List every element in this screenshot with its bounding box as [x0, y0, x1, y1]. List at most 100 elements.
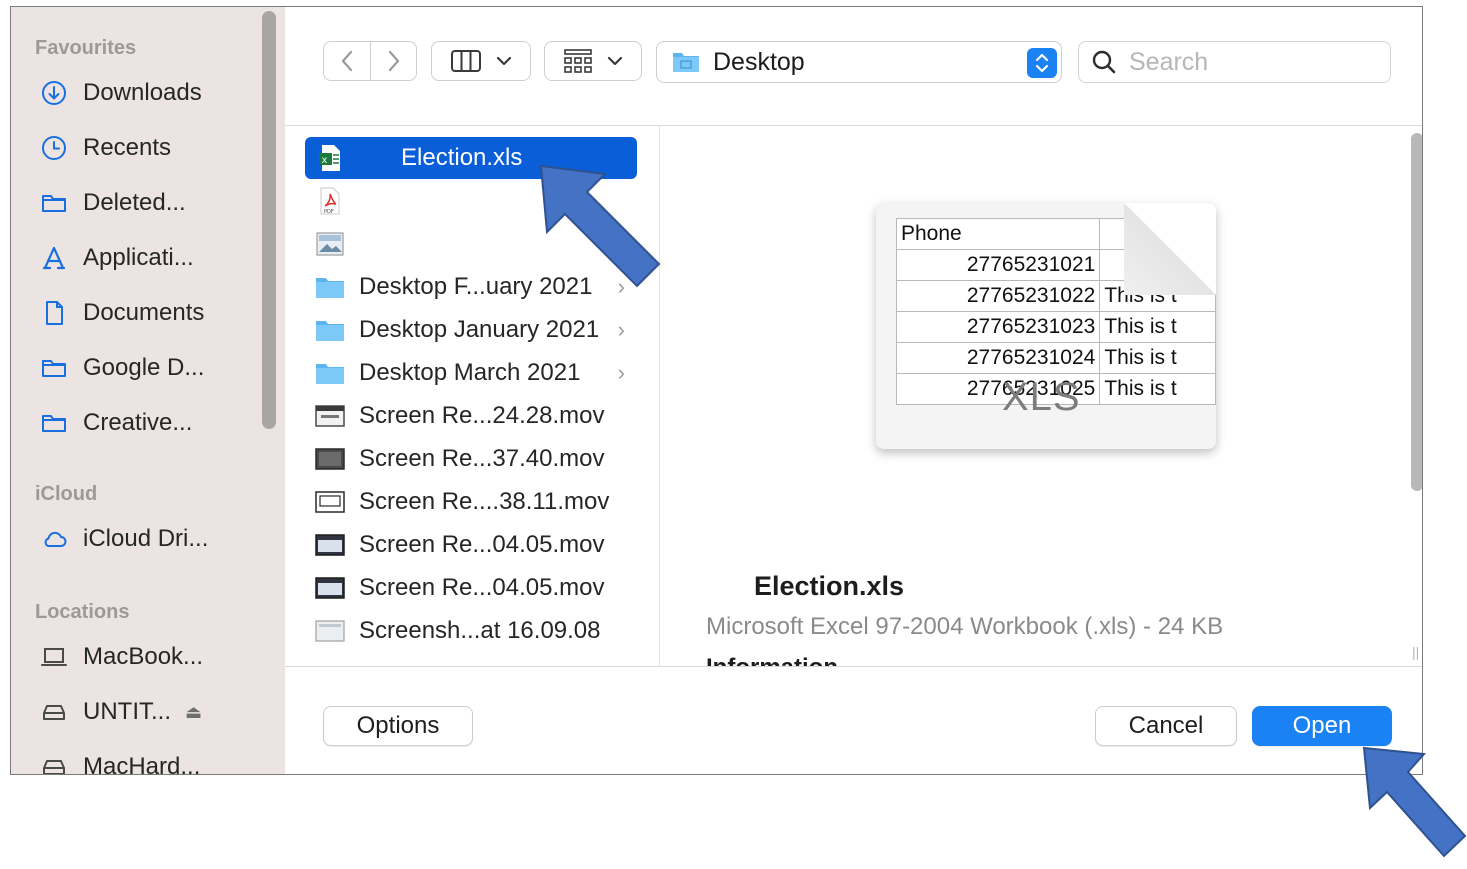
sidebar-item-label: UNTIT... [83, 698, 171, 725]
chevron-right-icon [388, 50, 399, 72]
folder-icon [37, 408, 71, 438]
document-icon [37, 298, 71, 328]
sidebar-heading-favourites: Favourites [35, 37, 137, 59]
sidebar-item-label: Applicati... [83, 244, 194, 271]
location-popup[interactable]: Desktop [656, 41, 1062, 83]
file-row-video[interactable]: Screen Re...37.40.mov [305, 438, 637, 480]
sidebar-scrollbar[interactable] [262, 11, 276, 429]
search-input[interactable] [1127, 46, 1381, 78]
search-field[interactable] [1078, 41, 1391, 83]
sidebar-item-label: Documents [83, 299, 205, 326]
video-file-icon [315, 487, 345, 517]
file-row-screenshot[interactable]: Screensh...at 16.09.08 [305, 610, 637, 652]
folder-icon [37, 353, 71, 383]
sidebar-item-label: Google D... [83, 354, 205, 381]
preview-pane: Phone 27765231021 27765231022 This is t 2… [697, 126, 1409, 666]
download-icon [37, 78, 71, 108]
thumbnail-cell: 27765231023 [895, 311, 1101, 343]
folder-icon [673, 53, 699, 72]
file-row-folder-march[interactable]: Desktop March 2021 › [305, 352, 637, 394]
annotation-arrow-icon [539, 164, 661, 288]
sidebar-item-label: Downloads [83, 79, 202, 106]
chevron-left-icon [341, 50, 353, 72]
sidebar-item-label: MacBook... [83, 643, 204, 670]
column-resize-handle[interactable]: || [1412, 644, 1419, 660]
up-down-chevron-icon [1027, 48, 1057, 78]
chevron-down-icon [496, 56, 512, 66]
thumbnail-cell: This is t [1099, 311, 1216, 343]
file-name: Election.xls [401, 144, 523, 171]
toolbar: Desktop [285, 7, 1422, 126]
cancel-button[interactable]: Cancel [1095, 706, 1237, 746]
chevron-right-icon: › [617, 360, 625, 385]
sidebar-item-label: Recents [83, 134, 172, 161]
file-row-video[interactable]: Screen Re....38.11.mov [305, 481, 637, 523]
preview-file-name: Election.xls [754, 571, 905, 601]
applications-icon [37, 243, 71, 273]
sidebar-item-machard[interactable]: MacHard... [37, 747, 257, 774]
sidebar-item-deleted[interactable]: Deleted... [37, 183, 257, 223]
file-row-video[interactable]: Screen Re...04.05.mov [305, 567, 637, 609]
preview-info-heading: Information [706, 654, 838, 666]
excel-file-icon: x [315, 143, 345, 173]
file-name: Screen Re...04.05.mov [359, 531, 605, 558]
sidebar-item-label: MacHard... [83, 753, 201, 774]
view-mode-button[interactable] [431, 41, 531, 81]
forward-button[interactable] [370, 41, 417, 81]
sidebar-item-label: Creative... [83, 409, 193, 436]
thumbnail-cell: 27765231021 [895, 249, 1101, 281]
image-file-icon [315, 616, 345, 646]
sidebar-item-documents[interactable]: Documents [37, 293, 257, 333]
options-button[interactable]: Options [323, 706, 473, 746]
folder-icon [315, 358, 345, 388]
sidebar-item-recents[interactable]: Recents [37, 128, 257, 168]
sidebar-item-google-drive[interactable]: Google D... [37, 348, 257, 388]
sidebar-item-downloads[interactable]: Downloads [37, 73, 257, 113]
sidebar-item-icloud-drive[interactable]: iCloud Dri... [37, 519, 257, 559]
file-row-video[interactable]: Screen Re...04.05.mov [305, 524, 637, 566]
laptop-icon [37, 642, 71, 672]
group-by-button[interactable] [544, 41, 642, 81]
file-name: Screensh...at 16.09.08 [359, 617, 601, 644]
sidebar-heading-locations: Locations [35, 601, 130, 623]
chevron-down-icon [607, 56, 623, 66]
columns-view-icon [451, 50, 481, 72]
eject-icon[interactable]: ⏏ [185, 702, 202, 723]
file-name: Desktop March 2021 [359, 359, 581, 386]
thumbnail-cell: This is t [1099, 373, 1216, 405]
sidebar-heading-icloud: iCloud [35, 483, 98, 505]
pdf-file-icon: PDF [315, 186, 345, 216]
bottom-bar: Options Cancel Open [285, 666, 1422, 774]
file-name: Desktop January 2021 [359, 316, 600, 343]
image-file-icon [315, 229, 345, 259]
folder-icon [315, 315, 345, 345]
file-name: Screen Re...04.05.mov [359, 574, 605, 601]
thumbnail-cell: This is t [1099, 342, 1216, 374]
search-icon [1092, 50, 1116, 74]
file-name: Screen Re...37.40.mov [359, 445, 605, 472]
file-row-video[interactable]: Screen Re...24.28.mov [305, 395, 637, 437]
thumbnail-header: Phone [895, 218, 1101, 250]
sidebar-item-untitled-drive[interactable]: UNTIT... ⏏ [37, 692, 257, 732]
annotation-arrow-icon [1362, 746, 1467, 858]
thumbnail-cell: 27765231024 [895, 342, 1101, 374]
video-file-icon [315, 573, 345, 603]
cloud-icon [37, 524, 71, 554]
drive-icon [37, 752, 71, 774]
sidebar-item-label: Deleted... [83, 189, 186, 216]
sidebar-item-macbook[interactable]: MacBook... [37, 637, 257, 677]
drive-icon [37, 697, 71, 727]
sidebar-item-creative[interactable]: Creative... [37, 403, 257, 443]
video-file-icon [315, 530, 345, 560]
file-type-badge: XLS [1002, 375, 1081, 419]
clock-icon [37, 133, 71, 163]
preview-scrollbar[interactable] [1411, 133, 1422, 491]
folder-icon [315, 272, 345, 302]
file-name: Screen Re....38.11.mov [359, 488, 610, 515]
file-row-folder-january[interactable]: Desktop January 2021 › [305, 309, 637, 351]
sidebar-item-applications[interactable]: Applicati... [37, 238, 257, 278]
video-file-icon [315, 401, 345, 431]
back-button[interactable] [323, 41, 371, 81]
open-button[interactable]: Open [1252, 706, 1392, 746]
preview-file-kind: Microsoft Excel 97-2004 Workbook (.xls) … [706, 613, 1224, 640]
